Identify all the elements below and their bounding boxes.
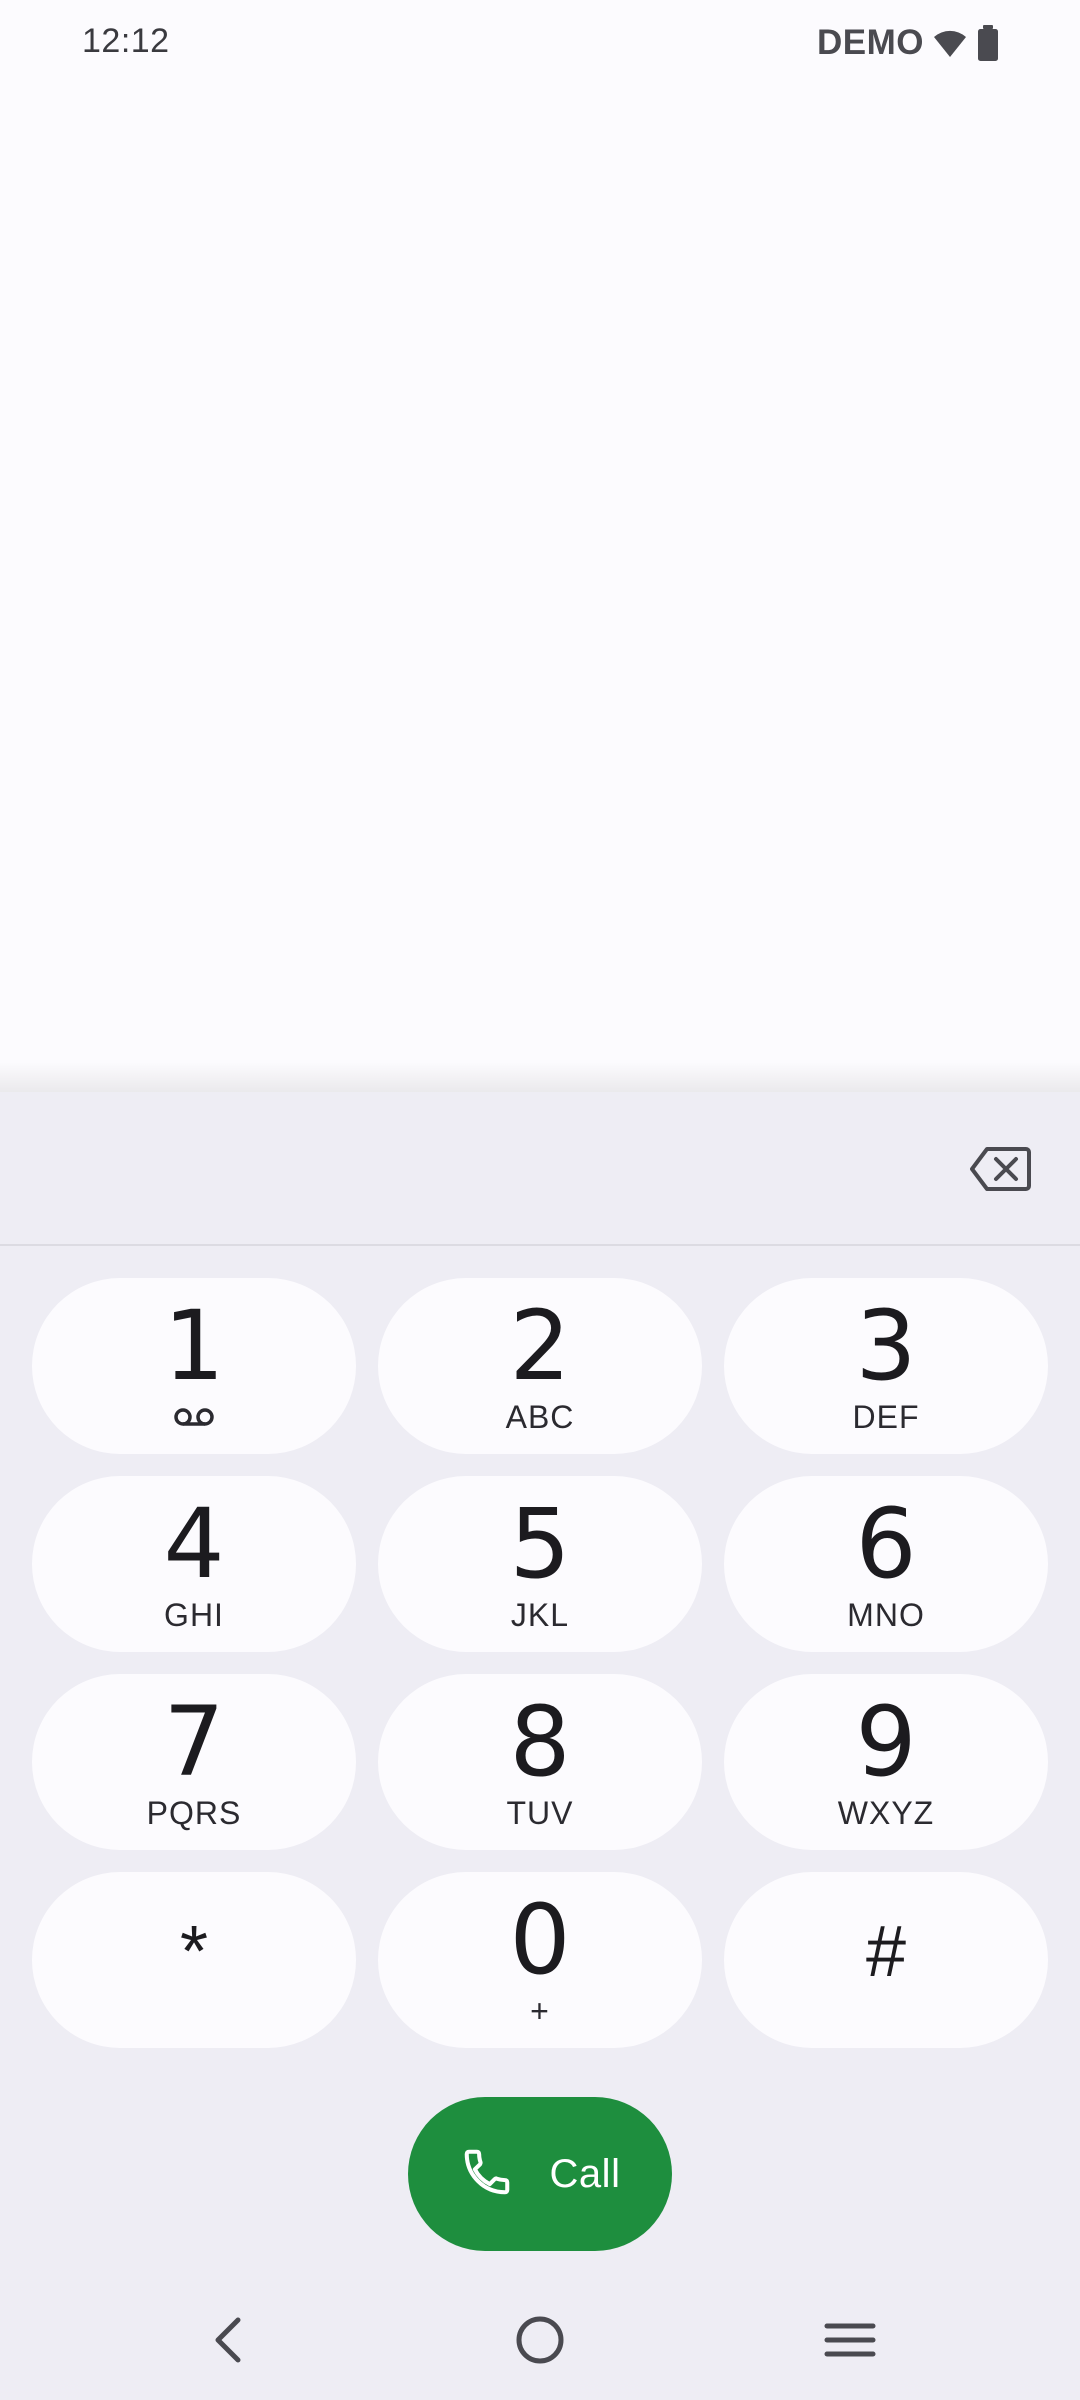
status-bar: 12:12 DEMO xyxy=(0,0,1080,90)
key-digit: 6 xyxy=(855,1488,917,1600)
key-digit: 2 xyxy=(509,1290,571,1402)
backspace-button[interactable] xyxy=(960,1134,1040,1204)
key-letters: ABC xyxy=(505,1399,575,1435)
back-icon xyxy=(215,2317,241,2363)
key-digit: # xyxy=(865,1912,907,1992)
call-label: Call xyxy=(549,2151,621,2196)
navigation-bar xyxy=(0,2280,1080,2400)
key-6[interactable]: 6 MNO xyxy=(724,1476,1048,1652)
key-digit: 3 xyxy=(855,1290,917,1402)
status-time: 12:12 xyxy=(82,22,170,60)
key-3[interactable]: 3 DEF xyxy=(724,1278,1048,1454)
key-digit: 4 xyxy=(163,1488,225,1600)
key-digit: 9 xyxy=(855,1686,917,1798)
key-letters: TUV xyxy=(506,1795,574,1831)
key-1[interactable]: 1 xyxy=(32,1278,356,1454)
status-carrier: DEMO xyxy=(817,23,924,62)
status-icons: DEMO xyxy=(817,20,1000,66)
sheet-shadow xyxy=(0,1062,1080,1092)
key-7[interactable]: 7 PQRS xyxy=(32,1674,356,1850)
key-2[interactable]: 2 ABC xyxy=(378,1278,702,1454)
key-4[interactable]: 4 GHI xyxy=(32,1476,356,1652)
home-button[interactable] xyxy=(500,2300,580,2380)
key-hash[interactable]: # xyxy=(724,1872,1048,2048)
key-digit: 7 xyxy=(163,1686,225,1798)
key-digit: 1 xyxy=(163,1290,225,1402)
key-digit: * xyxy=(179,1912,209,1992)
key-letters: GHI xyxy=(164,1597,224,1633)
phone-icon xyxy=(460,2145,514,2204)
key-8[interactable]: 8 TUV xyxy=(378,1674,702,1850)
key-letters: DEF xyxy=(852,1399,920,1435)
key-letters: PQRS xyxy=(146,1795,242,1831)
backspace-icon xyxy=(970,1147,1031,1191)
key-9[interactable]: 9 WXYZ xyxy=(724,1674,1048,1850)
key-letters: MNO xyxy=(847,1597,925,1633)
call-log-area xyxy=(0,90,1080,1070)
key-0[interactable]: 0 + xyxy=(378,1872,702,2048)
recents-icon xyxy=(824,2323,876,2357)
key-digit: 8 xyxy=(509,1686,571,1798)
key-letters: JKL xyxy=(510,1597,570,1633)
battery-icon xyxy=(976,24,1000,62)
recents-button[interactable] xyxy=(810,2300,890,2380)
back-button[interactable] xyxy=(188,2300,268,2380)
digits-row xyxy=(0,1092,1080,1246)
dialpad-keys: 1 2 ABC 3 DEF 4 GHI 5 JKL 6 MNO 7 PQRS 8… xyxy=(32,1278,1048,2048)
call-button[interactable]: Call xyxy=(408,2097,672,2251)
key-digit: 0 xyxy=(509,1884,571,1996)
dialed-digits-field[interactable] xyxy=(60,1122,940,1212)
wifi-icon xyxy=(932,27,968,59)
key-digit: 5 xyxy=(509,1488,571,1600)
key-letters: + xyxy=(530,1993,550,2029)
voicemail-icon xyxy=(173,1406,215,1433)
dialer-screen: 12:12 DEMO 1 2 ABC 3 DEF 4 GHI 5 JKL 6 M… xyxy=(0,0,1080,2400)
key-5[interactable]: 5 JKL xyxy=(378,1476,702,1652)
dialpad-sheet: 1 2 ABC 3 DEF 4 GHI 5 JKL 6 MNO 7 PQRS 8… xyxy=(0,1092,1080,2400)
key-star[interactable]: * xyxy=(32,1872,356,2048)
key-letters: WXYZ xyxy=(837,1795,935,1831)
home-icon xyxy=(516,2316,564,2364)
